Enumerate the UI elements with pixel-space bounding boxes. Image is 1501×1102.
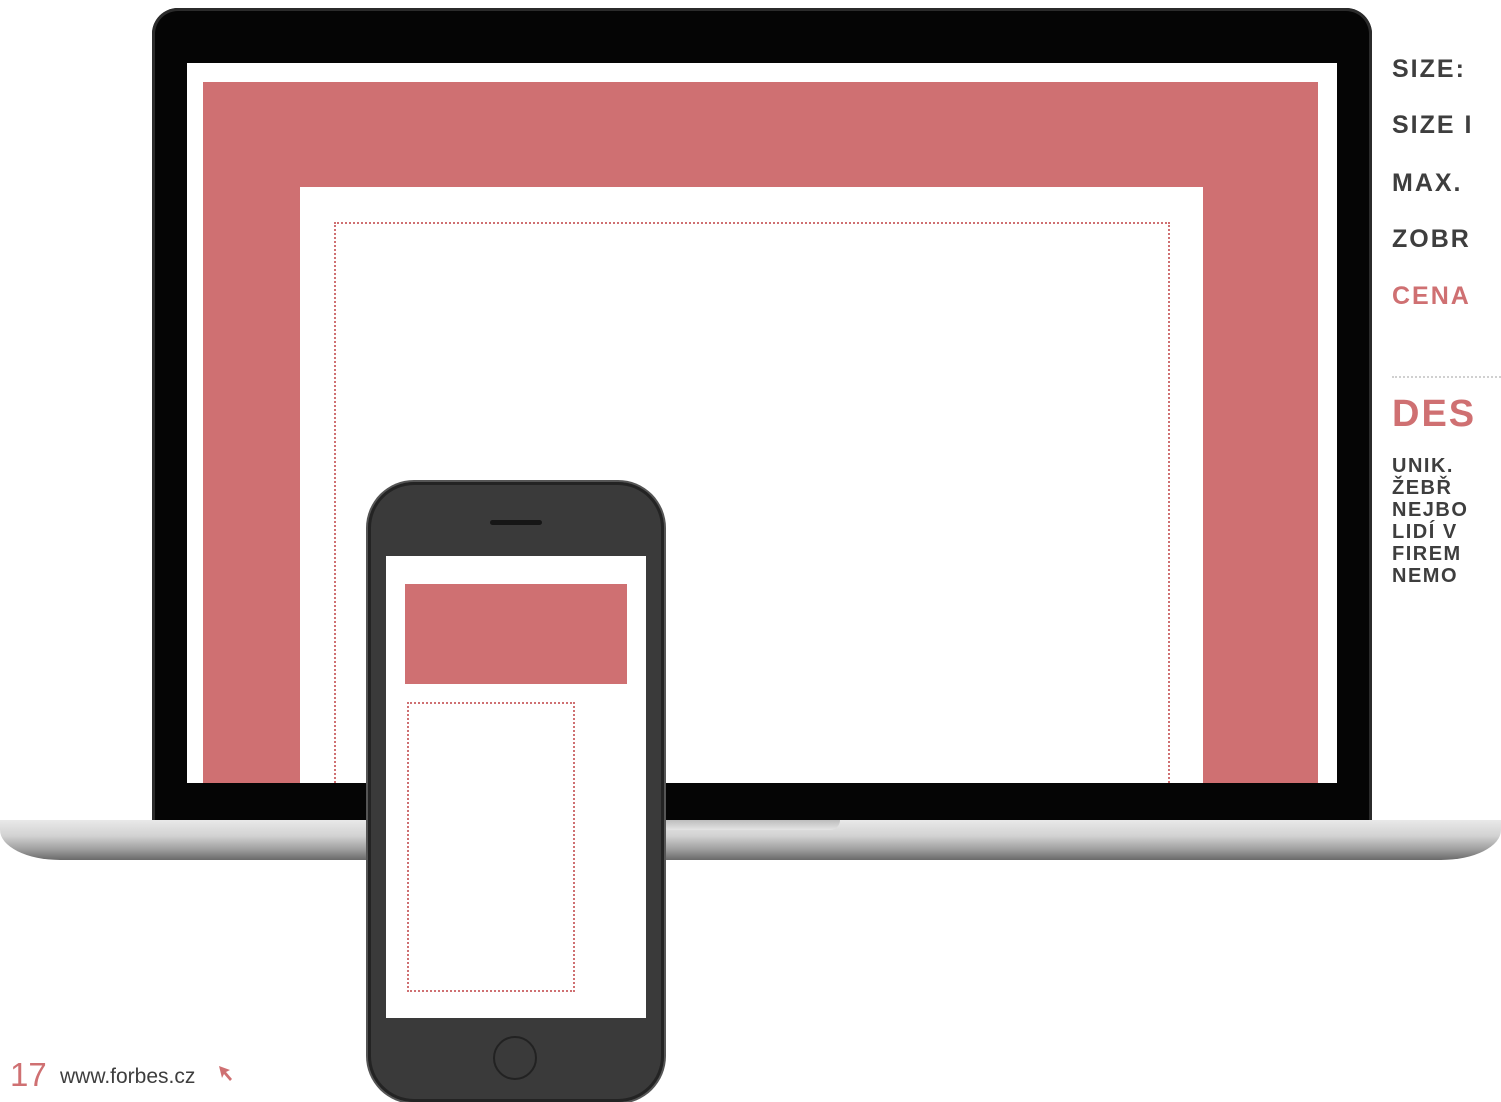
spec-size: SIZE: — [1392, 55, 1466, 83]
description-line: FIREM — [1392, 543, 1462, 565]
description-text: UNIK. ŽEBŘ NEJBO LIDÍ V FIREM NEMO — [1392, 455, 1501, 587]
description-line: UNIK. — [1392, 455, 1454, 477]
description-line: ŽEBŘ — [1392, 477, 1453, 499]
phone-speaker — [490, 520, 542, 525]
description-line: LIDÍ V — [1392, 521, 1458, 543]
page-number: 17 — [10, 1056, 47, 1093]
spec-max: MAX. — [1392, 169, 1463, 197]
spec-display: ZOBR — [1392, 225, 1471, 253]
phone-screen — [386, 556, 646, 1018]
spec-price: CENA — [1392, 282, 1471, 310]
mobile-safe-area-outline — [407, 702, 575, 992]
description-line: NEJBO — [1392, 499, 1469, 521]
section-divider — [1392, 376, 1501, 378]
description-title: DES — [1392, 393, 1477, 435]
laptop-notch — [660, 820, 840, 830]
description-line: NEMO — [1392, 565, 1458, 587]
spec-size-secondary: SIZE I — [1392, 111, 1474, 139]
phone-mockup — [368, 482, 664, 1102]
site-url-link[interactable]: www.forbes.cz — [60, 1066, 195, 1087]
cursor-arrow-icon — [219, 1066, 232, 1081]
laptop-screen — [187, 63, 1337, 783]
mobile-branding-banner — [405, 584, 627, 684]
phone-home-button — [493, 1036, 537, 1080]
